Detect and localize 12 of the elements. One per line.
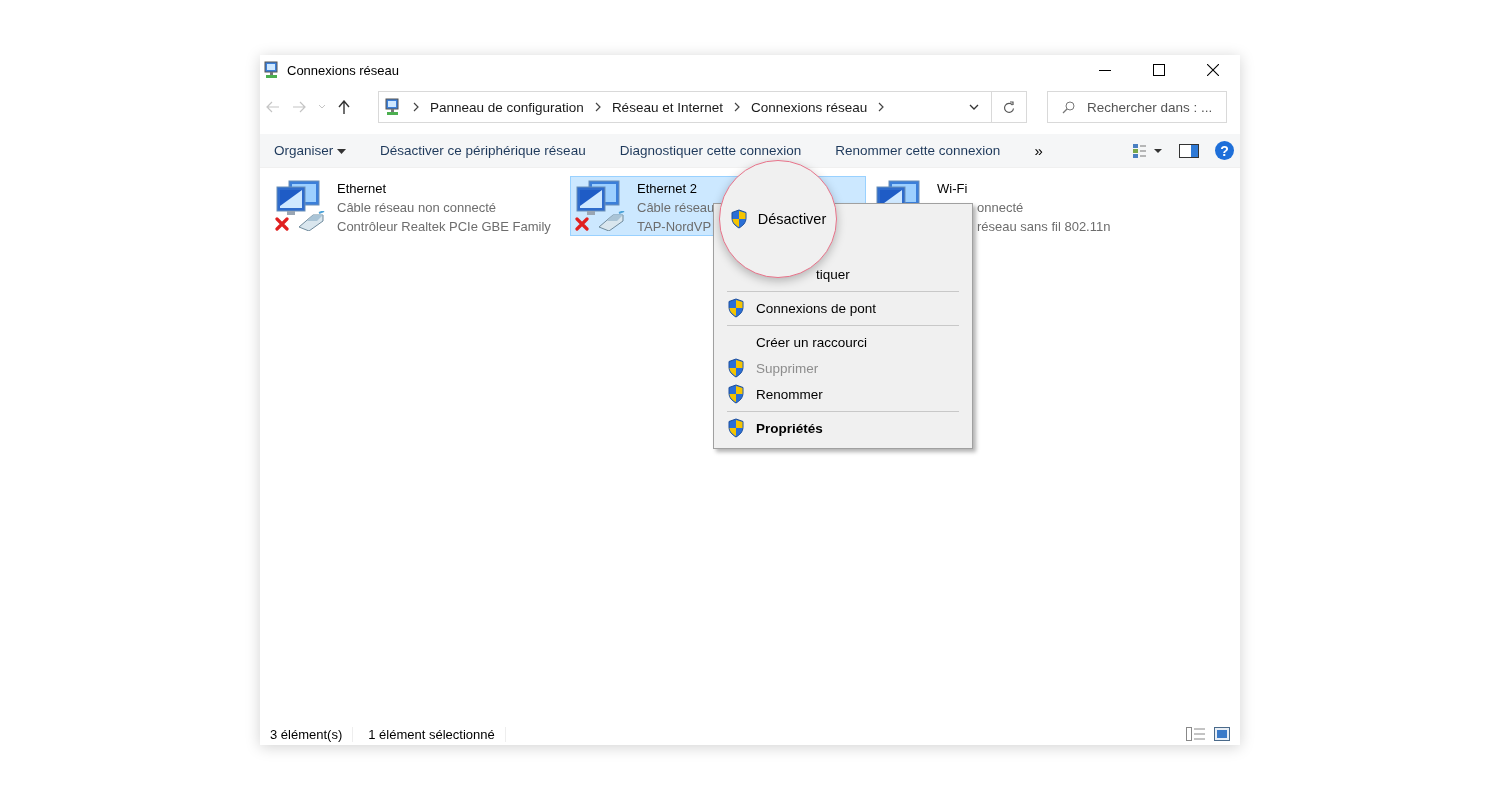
window-title: Connexions réseau [287, 62, 400, 78]
connection-name: Ethernet 2 [637, 180, 698, 198]
item-count: 3 élément(s) [270, 726, 354, 742]
connection-status: onnecté [976, 199, 1025, 217]
adapter-name: Contrôleur Realtek PCIe GBE Family [337, 218, 551, 236]
connection-status: Câble réseau non connecté [337, 199, 497, 217]
connection-status: Câble réseau [637, 199, 715, 217]
adapter-name: réseau sans fil 802.11n [976, 218, 1111, 236]
connection-name: Wi-Fi [937, 180, 969, 198]
selection-count: 1 élément sélectionné [368, 726, 506, 742]
adapter-name: TAP-NordVP [637, 218, 713, 236]
connection-name: Ethernet [337, 180, 388, 198]
